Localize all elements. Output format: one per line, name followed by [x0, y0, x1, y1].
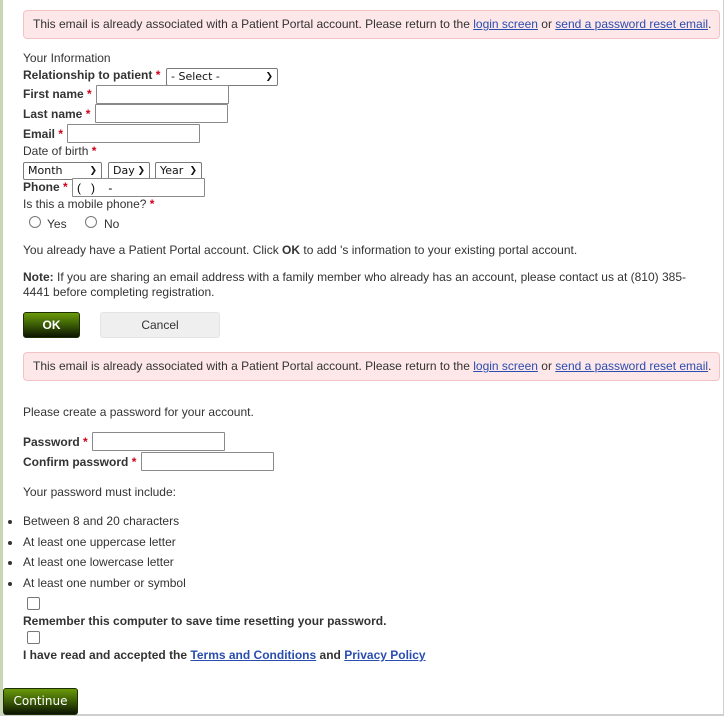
password-label: Password * — [23, 435, 88, 449]
mobile-no-label[interactable]: No — [104, 217, 119, 231]
relationship-label: Relationship to patient * — [23, 68, 160, 82]
password-label-text: Password — [23, 435, 80, 449]
password-reset-link[interactable]: send a password reset email — [555, 17, 708, 31]
terms-and-conditions-link[interactable]: Terms and Conditions — [190, 648, 316, 662]
email-label: Email * — [23, 127, 63, 141]
password-rule: At least one number or symbol — [23, 576, 186, 590]
privacy-policy-link[interactable]: Privacy Policy — [344, 648, 425, 662]
chevron-down-icon: ❯ — [89, 166, 97, 176]
dob-month-value: Month — [28, 164, 63, 177]
note-text-line2: 4441 before completing registration. — [23, 285, 215, 299]
phone-label-text: Phone — [23, 180, 60, 194]
dob-label: Date of birth * — [23, 144, 96, 158]
existing-account-text-end: to add 's information to your existing p… — [300, 243, 578, 257]
mobile-question-text: Is this a mobile phone? — [23, 197, 147, 211]
terms-checkbox[interactable] — [27, 631, 40, 644]
note-label: Note: — [23, 270, 54, 284]
existing-account-text: You already have a Patient Portal accoun… — [23, 243, 283, 257]
ok-word: OK — [282, 243, 301, 257]
required-mark: * — [85, 107, 91, 121]
email-input[interactable] — [67, 124, 200, 143]
mobile-question: Is this a mobile phone? * — [23, 197, 154, 211]
confirm-password-label-text: Confirm password — [23, 455, 129, 469]
remember-computer-checkbox[interactable] — [27, 597, 40, 610]
required-mark: * — [58, 127, 64, 141]
chevron-down-icon: ❯ — [189, 166, 197, 176]
alert-text-or: or — [537, 17, 556, 31]
mobile-no-radio[interactable] — [85, 216, 97, 228]
password-rule: At least one uppercase letter — [23, 535, 176, 549]
password-rule: At least one lowercase letter — [23, 555, 174, 569]
required-mark: * — [63, 180, 68, 194]
password-reset-link[interactable]: send a password reset email — [555, 359, 708, 373]
mobile-yes-radio[interactable] — [29, 216, 41, 228]
cancel-button[interactable]: Cancel — [100, 312, 220, 338]
required-mark: * — [155, 68, 161, 82]
first-name-label-text: First name — [23, 87, 84, 101]
required-mark: * — [83, 435, 88, 449]
first-name-input[interactable] — [96, 85, 229, 104]
phone-label: Phone * — [23, 180, 68, 194]
email-exists-alert: This email is already associated with a … — [23, 10, 720, 39]
last-name-label-text: Last name — [23, 107, 83, 121]
your-information-heading: Your Information — [23, 51, 111, 65]
last-name-label: Last name * — [23, 107, 90, 121]
password-rules-heading: Your password must include: — [23, 485, 176, 499]
confirm-password-input[interactable] — [141, 452, 274, 471]
chevron-down-icon: ❯ — [265, 72, 273, 82]
alert-text-end: . — [708, 17, 712, 31]
alert-text: This email is already associated with a … — [33, 359, 474, 373]
existing-account-message: You already have a Patient Portal accoun… — [23, 243, 577, 257]
terms-text: I have read and accepted the — [23, 648, 191, 662]
continue-button[interactable]: Continue — [3, 688, 78, 715]
bullet-icon — [8, 561, 12, 565]
required-mark: * — [149, 197, 155, 211]
password-intro: Please create a password for your accoun… — [23, 405, 254, 419]
relationship-label-text: Relationship to patient — [23, 68, 153, 82]
bullet-icon — [8, 582, 12, 586]
required-mark: * — [131, 455, 137, 469]
alert-text-or: or — [537, 359, 556, 373]
dob-year-value: Year — [160, 164, 184, 177]
terms-label: I have read and accepted the Terms and C… — [23, 648, 426, 662]
remember-computer-label[interactable]: Remember this computer to save time rese… — [23, 614, 386, 628]
relationship-select[interactable]: - Select - ❯ — [166, 68, 278, 86]
mobile-yes-label[interactable]: Yes — [47, 217, 67, 231]
login-screen-link[interactable]: login screen — [473, 359, 538, 373]
required-mark: * — [91, 144, 97, 158]
chevron-down-icon: ❯ — [137, 166, 145, 176]
confirm-password-label: Confirm password * — [23, 455, 136, 469]
email-exists-alert-2: This email is already associated with a … — [23, 352, 720, 381]
password-rule: Between 8 and 20 characters — [23, 514, 180, 528]
last-name-input[interactable] — [95, 104, 228, 123]
relationship-select-value: - Select - — [171, 70, 220, 83]
alert-text-end: . — [708, 359, 712, 373]
ok-button[interactable]: OK — [23, 312, 80, 338]
email-label-text: Email — [23, 127, 56, 141]
note-message: Note: If you are sharing an email addres… — [23, 270, 703, 300]
note-text-line1: If you are sharing an email address with… — [53, 270, 687, 284]
terms-text-and: and — [316, 648, 345, 662]
dob-label-text: Date of birth — [23, 144, 89, 158]
required-mark: * — [87, 87, 92, 101]
password-input[interactable] — [92, 432, 225, 451]
bullet-icon — [8, 520, 12, 524]
bullet-icon — [8, 541, 12, 545]
phone-input[interactable] — [72, 178, 205, 197]
login-screen-link[interactable]: login screen — [473, 17, 538, 31]
alert-text: This email is already associated with a … — [33, 17, 474, 31]
dob-day-value: Day — [113, 164, 135, 177]
first-name-label: First name * — [23, 87, 92, 101]
